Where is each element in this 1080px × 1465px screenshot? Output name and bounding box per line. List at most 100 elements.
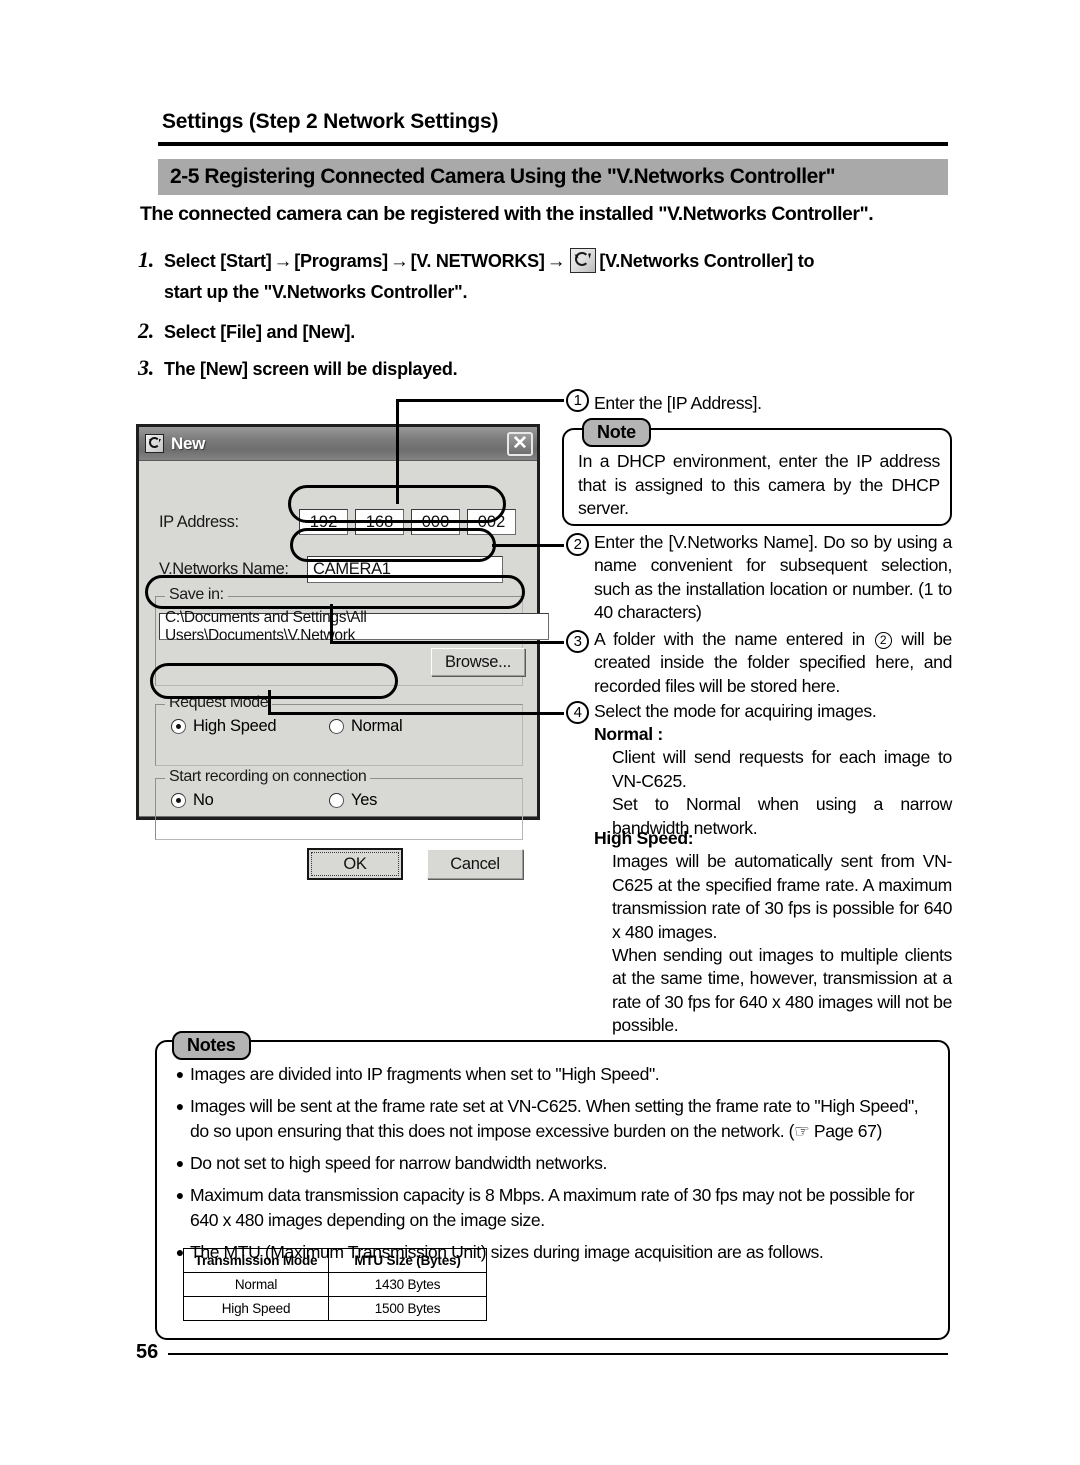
leader-line-4-vertical [268, 690, 271, 714]
callout-2-text: Enter the [V.Networks Name]. Do so by us… [594, 532, 952, 623]
table-row: Normal 1430 Bytes [183, 1272, 487, 1297]
mode-highspeed-block: High Speed: Images will be automatically… [594, 827, 952, 1038]
step-1-part4: [V.Networks Controller] to [599, 251, 815, 271]
ip-octet-4[interactable]: 002 [467, 509, 516, 535]
dialog-title-bar: New ✕ [139, 427, 537, 461]
page-number: 56 [136, 1341, 159, 1363]
radio-dot-icon [329, 719, 344, 734]
radio-normal-label: Normal [351, 717, 403, 735]
callout-3-pre: A folder with the name entered in [594, 629, 865, 649]
radio-normal[interactable]: Normal [329, 717, 403, 736]
list-item: ● Do not set to high speed for narrow ba… [170, 1151, 938, 1176]
bullet-icon: ● [175, 1155, 185, 1171]
section-divider [158, 142, 948, 146]
footer-divider [168, 1353, 948, 1355]
mode-normal-paragraph-1: Client will send requests for each image… [612, 747, 952, 791]
mode-highspeed-heading: High Speed: [594, 828, 694, 848]
new-camera-dialog: New ✕ IP Address: 192 168 000 002 V.Netw… [136, 424, 549, 880]
note-item-3: Do not set to high speed for narrow band… [190, 1153, 607, 1173]
dialog-body: IP Address: 192 168 000 002 V.Networks N… [139, 461, 549, 880]
mode-normal-block: Normal : Client will send requests for e… [594, 723, 952, 840]
callout-marker-4: 4 [566, 701, 589, 724]
list-item: ● Images are divided into IP fragments w… [170, 1062, 938, 1087]
step-1-line2: start up the "V.Networks Controller". [164, 282, 468, 302]
mode-normal-heading: Normal : [594, 724, 663, 744]
bullet-icon: ● [175, 1098, 185, 1114]
callout-3-reference: 2 [874, 632, 892, 650]
callout-4-text: Select the mode for acquiring images. [594, 701, 877, 721]
note-tag: Note [582, 418, 651, 447]
callout-text-3: A folder with the name entered in 2 will… [594, 628, 952, 698]
chapter-band: 2-5 Registering Connected Camera Using t… [158, 159, 948, 195]
callout-marker-3: 3 [566, 630, 589, 653]
step-3-text: The [New] screen will be displayed. [164, 359, 458, 379]
callout-text-2: Enter the [V.Networks Name]. Do so by us… [594, 531, 952, 625]
step-1-part2: [Programs] [294, 251, 388, 271]
radio-high-speed-label: High Speed [193, 717, 277, 735]
note-text: In a DHCP environment, enter the IP addr… [578, 451, 940, 519]
note-item-2: Images will be sent at the frame rate se… [190, 1096, 919, 1141]
radio-yes-label: Yes [351, 791, 378, 809]
ip-address-label: IP Address: [159, 512, 239, 531]
mtu-table: Transmission Mode MTU Size (Bytes) Norma… [183, 1248, 487, 1321]
step-1: 1. Select [Start] → [Programs] → [V. NETWORKS… [138, 245, 958, 307]
step-1-number: 1. [138, 247, 154, 272]
callout-1-text: Enter the [IP Address]. [594, 393, 762, 413]
step-1-part3: [V. NETWORKS] [410, 251, 545, 271]
ip-octet-2[interactable]: 168 [355, 509, 404, 535]
mtu-row-0-size: 1430 Bytes [328, 1272, 487, 1297]
v-networks-window-icon [145, 434, 164, 453]
leader-line-1-horizontal [396, 399, 564, 402]
request-mode-label: Request Mode [165, 694, 273, 712]
radio-high-speed[interactable]: High Speed [171, 717, 277, 736]
callout-3-text: A folder with the name entered in 2 will… [594, 628, 952, 698]
dialog-title: New [171, 433, 206, 453]
callout-text-4: Select the mode for acquiring images. [594, 700, 952, 723]
radio-start-rec-yes[interactable]: Yes [329, 791, 377, 810]
radio-dot-selected-icon [171, 719, 186, 734]
step-2-number: 2. [138, 318, 154, 343]
note-item-4: Maximum data transmission capacity is 8 … [190, 1185, 915, 1230]
bullet-icon: ● [175, 1187, 185, 1203]
mtu-row-1-size: 1500 Bytes [328, 1296, 487, 1321]
mtu-header-mode: Transmission Mode [183, 1248, 329, 1273]
cancel-button[interactable]: Cancel [427, 849, 523, 879]
leader-line-4-horizontal [268, 712, 564, 715]
vnetworks-name-input[interactable]: CAMERA1 [307, 556, 503, 583]
save-in-path-input[interactable]: C:\Documents and Settings\All Users\Docu… [159, 609, 549, 644]
ip-octet-3[interactable]: 000 [411, 509, 460, 535]
mtu-row-1-mode: High Speed [183, 1296, 329, 1321]
list-item: ● Maximum data transmission capacity is … [170, 1183, 938, 1233]
callout-marker-2: 2 [566, 533, 589, 556]
chapter-band-title: 2-5 Registering Connected Camera Using t… [170, 165, 836, 188]
ip-octet-1[interactable]: 192 [299, 509, 348, 535]
browse-button[interactable]: Browse... [431, 648, 525, 676]
step-3: 3. The [New] screen will be displayed. [138, 355, 458, 381]
ok-button[interactable]: OK [307, 848, 403, 880]
section-title: Settings (Step 2 Network Settings) [162, 110, 499, 133]
notes-list: ● Images are divided into IP fragments w… [170, 1062, 938, 1272]
step-2: 2. Select [File] and [New]. [138, 318, 355, 344]
radio-dot-selected-icon [171, 793, 186, 808]
table-row: High Speed 1500 Bytes [183, 1296, 487, 1321]
arrow-icon: → [546, 251, 566, 272]
note-item-1: Images are divided into IP fragments whe… [190, 1064, 660, 1084]
radio-dot-icon [329, 793, 344, 808]
start-recording-label: Start recording on connection [165, 768, 371, 786]
mtu-row-0-mode: Normal [183, 1272, 329, 1297]
close-icon[interactable]: ✕ [507, 431, 533, 456]
v-networks-icon [570, 248, 597, 273]
leader-line-3-vertical [330, 604, 333, 643]
save-in-label: Save in: [165, 586, 228, 604]
leader-line-2-horizontal [492, 544, 564, 547]
arrow-icon: → [273, 251, 293, 272]
radio-no-label: No [193, 791, 214, 809]
callout-marker-1: 1 [566, 389, 589, 412]
bullet-icon: ● [175, 1066, 185, 1082]
mtu-header-size: MTU Size (Bytes) [328, 1248, 487, 1273]
mode-highspeed-paragraph-1: Images will be automatically sent from V… [612, 851, 952, 942]
step-2-text: Select [File] and [New]. [164, 322, 356, 342]
notes-tag: Notes [172, 1031, 251, 1060]
radio-start-rec-no[interactable]: No [171, 791, 214, 810]
leader-line-1-vertical [396, 399, 399, 504]
